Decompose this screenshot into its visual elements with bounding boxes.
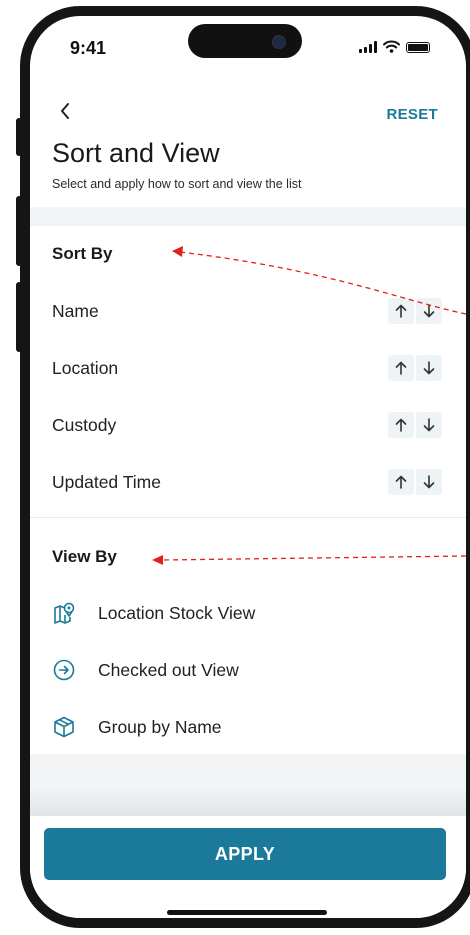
camera-icon bbox=[272, 35, 286, 49]
sort-row-label: Name bbox=[52, 301, 99, 321]
wifi-icon bbox=[383, 40, 400, 53]
empty-area bbox=[30, 754, 466, 786]
sort-ascending-button[interactable] bbox=[388, 469, 414, 495]
arrow-down-icon bbox=[423, 361, 435, 375]
footer-shadow bbox=[30, 786, 466, 816]
sort-row-location: Location bbox=[30, 349, 466, 389]
sort-descending-button[interactable] bbox=[416, 412, 442, 438]
arrow-down-icon bbox=[423, 304, 435, 318]
app-screen: 9:41 RESET Sort and View Select and appl… bbox=[30, 16, 466, 918]
view-option-label: Checked out View bbox=[98, 660, 239, 680]
chevron-left-icon bbox=[61, 103, 69, 119]
view-option-group-by-name[interactable]: Group by Name bbox=[30, 707, 466, 747]
view-option-label: Group by Name bbox=[98, 717, 222, 737]
arrow-down-icon bbox=[423, 418, 435, 432]
header: RESET Sort and View Select and apply how… bbox=[30, 76, 466, 226]
sort-ascending-button[interactable] bbox=[388, 412, 414, 438]
sort-row-label: Location bbox=[52, 358, 119, 378]
page-subtitle: Select and apply how to sort and view th… bbox=[52, 177, 302, 191]
back-button[interactable] bbox=[50, 96, 80, 126]
status-bar: 9:41 bbox=[30, 16, 466, 76]
arrow-circle-icon bbox=[53, 659, 75, 681]
view-section-title: View By bbox=[52, 547, 117, 566]
sort-ascending-button[interactable] bbox=[388, 298, 414, 324]
sort-row-label: Updated Time bbox=[52, 472, 161, 492]
sort-row-label: Custody bbox=[52, 415, 117, 435]
arrow-down-icon bbox=[423, 475, 435, 489]
status-time: 9:41 bbox=[70, 38, 107, 58]
map-pin-icon bbox=[54, 602, 75, 624]
sort-descending-button[interactable] bbox=[416, 469, 442, 495]
status-icons bbox=[359, 40, 430, 53]
home-indicator bbox=[167, 910, 327, 915]
cellular-signal-icon bbox=[359, 41, 377, 53]
arrow-up-icon bbox=[395, 304, 407, 318]
arrow-up-icon bbox=[395, 475, 407, 489]
arrow-up-icon bbox=[395, 418, 407, 432]
view-option-label: Location Stock View bbox=[98, 603, 256, 623]
box-icon bbox=[54, 716, 74, 738]
apply-button[interactable]: APPLY bbox=[44, 828, 446, 880]
page-title: Sort and View bbox=[52, 138, 220, 168]
sort-descending-button[interactable] bbox=[416, 355, 442, 381]
arrow-up-icon bbox=[395, 361, 407, 375]
sort-ascending-button[interactable] bbox=[388, 355, 414, 381]
section-separator bbox=[30, 207, 466, 226]
sort-row-custody: Custody bbox=[30, 406, 466, 446]
sort-section-title: Sort By bbox=[52, 244, 113, 263]
sort-descending-button[interactable] bbox=[416, 298, 442, 324]
view-option-checked-out[interactable]: Checked out View bbox=[30, 650, 466, 690]
reset-button[interactable]: RESET bbox=[386, 106, 438, 123]
dynamic-island bbox=[188, 24, 302, 58]
sort-row-name: Name bbox=[30, 292, 466, 332]
view-option-location-stock[interactable]: Location Stock View bbox=[30, 593, 466, 633]
divider bbox=[30, 517, 466, 518]
footer: APPLY bbox=[30, 816, 466, 918]
sort-row-updated-time: Updated Time bbox=[30, 463, 466, 503]
battery-icon bbox=[406, 42, 430, 53]
